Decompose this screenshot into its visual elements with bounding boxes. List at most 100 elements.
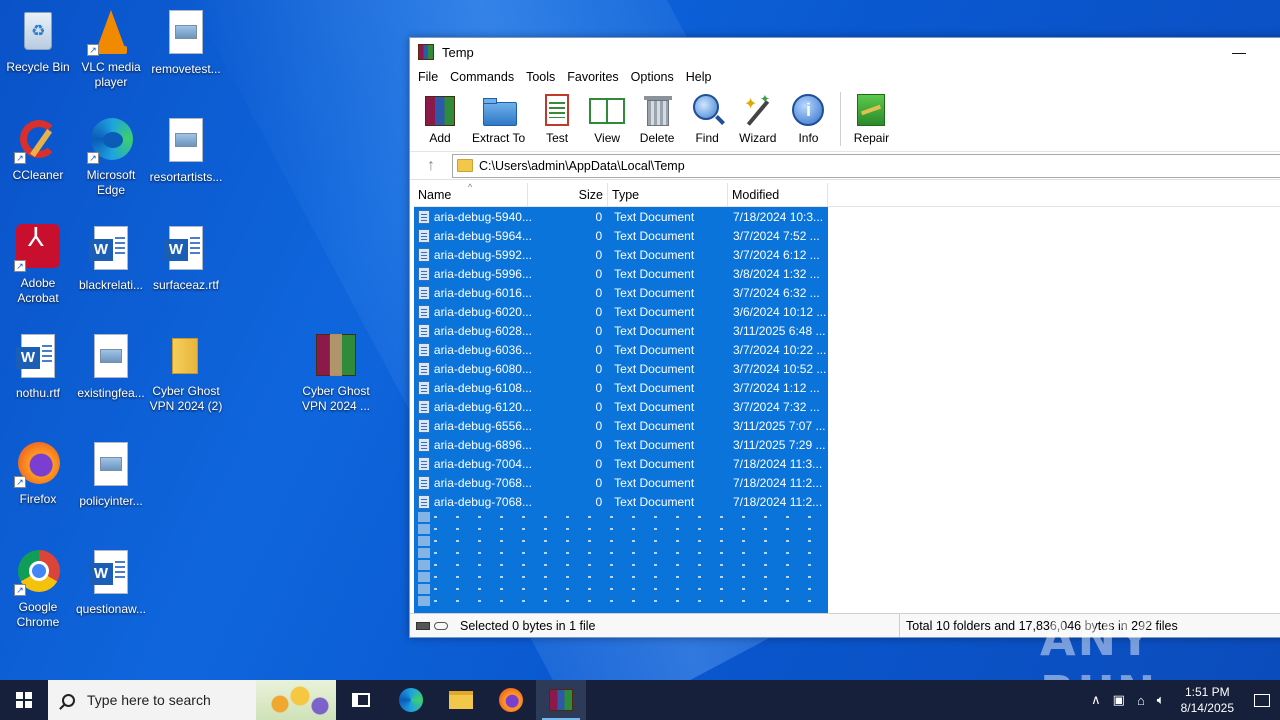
desktop-icon-cyberghost-folder[interactable]: Cyber Ghost VPN 2024 (2): [148, 332, 224, 414]
desktop-icon-cyberghost-archive[interactable]: Cyber Ghost VPN 2024 ...: [298, 332, 374, 414]
up-one-level-icon[interactable]: ↑: [410, 157, 452, 175]
table-row[interactable]: aria-debug-6108... 0 Text Document 3/7/2024…: [414, 378, 828, 397]
table-row[interactable]: aria-debug-6028... 0 Text Document 3/11/202…: [414, 321, 828, 340]
winrar-window[interactable]: Temp — File Commands Tools Favorites Opt…: [409, 37, 1280, 638]
desktop-icon-nothu[interactable]: W nothu.rtf: [0, 332, 76, 401]
file-name: aria-debug-7068...: [433, 475, 531, 490]
toolbar: Add Extract To Test View Delete Find ✦ ✦…: [410, 88, 1280, 152]
clock[interactable]: 1:51 PM 8/14/2025: [1171, 684, 1244, 716]
table-row[interactable]: aria-debug-6080... 0 Text Document 3/7/2024…: [414, 359, 828, 378]
list-item-partial[interactable]: [414, 571, 828, 583]
desktop-icon-removetest[interactable]: removetest...: [148, 8, 224, 77]
test-clipboard-icon: [539, 92, 575, 128]
task-view-button[interactable]: [336, 680, 386, 720]
table-row[interactable]: aria-debug-5940... 0 Text Document 7/18/202…: [414, 207, 828, 226]
file-modified: 3/11/2025 6:48 ...: [732, 323, 826, 338]
menu-favorites[interactable]: Favorites: [561, 70, 624, 84]
folder-icon: [449, 691, 473, 709]
table-row[interactable]: aria-debug-5992... 0 Text Document 3/7/2024…: [414, 245, 828, 264]
delete-button[interactable]: Delete: [635, 92, 679, 145]
desktop-icon-resortartists[interactable]: resortartists...: [148, 116, 224, 185]
taskbar-firefox[interactable]: [486, 680, 536, 720]
shortcut-arrow-icon: ↗: [14, 152, 26, 164]
menu-commands[interactable]: Commands: [444, 70, 520, 84]
minimize-button[interactable]: —: [1216, 38, 1262, 66]
table-row[interactable]: aria-debug-5996... 0 Text Document 3/8/2024…: [414, 264, 828, 283]
notifications-button[interactable]: [1244, 680, 1280, 720]
file-type: Text Document: [614, 304, 695, 319]
column-name[interactable]: Name ^: [414, 183, 528, 207]
desktop-icon-label: Cyber Ghost VPN 2024 (2): [149, 384, 223, 413]
desktop-icon-ccleaner[interactable]: ↗ CCleaner: [0, 116, 76, 183]
test-button[interactable]: Test: [535, 92, 579, 145]
desktop-icon-policyinter[interactable]: policyinter...: [73, 440, 149, 509]
repair-button[interactable]: Repair: [849, 92, 893, 145]
desktop-icon-vlc[interactable]: ↗ VLC media player: [73, 8, 149, 90]
desktop-icon-label: resortartists...: [149, 170, 223, 184]
table-row[interactable]: aria-debug-6036... 0 Text Document 3/7/2024…: [414, 340, 828, 359]
firefox-icon: [499, 688, 523, 712]
table-row[interactable]: aria-debug-7004... 0 Text Document 7/18/202…: [414, 454, 828, 473]
network-icon[interactable]: ⌂: [1131, 693, 1151, 708]
desktop-icon-blackrelati[interactable]: W blackrelati...: [73, 224, 149, 293]
desktop-icon-label: Firefox: [19, 492, 57, 506]
list-item-partial[interactable]: [414, 583, 828, 595]
menu-help[interactable]: Help: [680, 70, 718, 84]
title-bar[interactable]: Temp —: [410, 38, 1280, 66]
desktop-icon-label: Microsoft Edge: [86, 168, 136, 197]
table-row[interactable]: aria-debug-6896... 0 Text Document 3/11/202…: [414, 435, 828, 454]
wizard-label: Wizard: [739, 131, 777, 145]
file-list[interactable]: Name ^ Size Type Modified aria-debug-5940…: [414, 183, 1280, 613]
taskbar-winrar[interactable]: [536, 680, 586, 720]
desktop-icon-edge[interactable]: ↗ Microsoft Edge: [73, 116, 149, 198]
desktop-icon-surfaceaz[interactable]: W surfaceaz.rtf: [148, 224, 224, 293]
file-size: 0: [595, 380, 603, 395]
text-document-icon: [418, 524, 430, 534]
desktop-icon-chrome[interactable]: ↗ Google Chrome: [0, 548, 76, 630]
desktop-icon-existingfea[interactable]: existingfea...: [73, 332, 149, 401]
list-item-partial[interactable]: [414, 535, 828, 547]
column-type[interactable]: Type: [608, 183, 728, 207]
table-row[interactable]: aria-debug-5964... 0 Text Document 3/7/2024…: [414, 226, 828, 245]
desktop-icon-adobe-acrobat[interactable]: ⅄ ↗ Adobe Acrobat: [0, 224, 76, 306]
table-row[interactable]: aria-debug-7068... 0 Text Document 7/18/202…: [414, 473, 828, 492]
list-item-partial[interactable]: [414, 559, 828, 571]
volume-icon[interactable]: 🔈︎: [1151, 692, 1171, 708]
table-row[interactable]: aria-debug-6556... 0 Text Document 3/11/202…: [414, 416, 828, 435]
file-name: aria-debug-6556...: [433, 418, 531, 433]
shortcut-arrow-icon: ↗: [87, 152, 99, 164]
path-field[interactable]: C:\Users\admin\AppData\Local\Temp: [452, 153, 1280, 178]
list-item-partial[interactable]: [414, 595, 828, 607]
desktop-icon-recycle-bin[interactable]: ♻ Recycle Bin: [0, 8, 76, 75]
wizard-button[interactable]: ✦ ✦ Wizard: [735, 92, 780, 145]
show-hidden-icons-chevron-icon[interactable]: ∧: [1085, 692, 1107, 708]
list-item-partial[interactable]: [414, 547, 828, 559]
table-row[interactable]: aria-debug-6120... 0 Text Document 3/7/2024…: [414, 397, 828, 416]
find-button[interactable]: Find: [685, 92, 729, 145]
column-size[interactable]: Size: [528, 183, 608, 207]
column-modified[interactable]: Modified: [728, 183, 828, 207]
edge-icon: [399, 688, 423, 712]
taskbar-edge[interactable]: [386, 680, 436, 720]
taskbar-file-explorer[interactable]: [436, 680, 486, 720]
menu-file[interactable]: File: [412, 70, 444, 84]
desktop-icon-questionaw[interactable]: W questionaw...: [73, 548, 149, 617]
list-item-partial[interactable]: [414, 511, 828, 523]
start-button[interactable]: [0, 680, 48, 720]
list-item-partial[interactable]: [414, 523, 828, 535]
info-button[interactable]: i Info: [786, 92, 830, 145]
menu-options[interactable]: Options: [625, 70, 680, 84]
table-row[interactable]: aria-debug-6016... 0 Text Document 3/7/2024…: [414, 283, 828, 302]
table-row[interactable]: aria-debug-6020... 0 Text Document 3/6/2024…: [414, 302, 828, 321]
desktop-icon-firefox[interactable]: ↗ Firefox: [0, 440, 76, 507]
file-size: 0: [595, 399, 603, 414]
table-row[interactable]: aria-debug-7068... 0 Text Document 7/18/202…: [414, 492, 828, 511]
extract-to-button[interactable]: Extract To: [468, 92, 529, 145]
folder-icon: [162, 332, 210, 380]
menu-tools[interactable]: Tools: [520, 70, 561, 84]
add-button[interactable]: Add: [418, 92, 462, 145]
device-icon[interactable]: ▣: [1107, 692, 1131, 708]
view-button[interactable]: View: [585, 92, 629, 145]
taskbar-search[interactable]: Type here to search: [48, 680, 336, 720]
file-type: Text Document: [614, 494, 695, 509]
